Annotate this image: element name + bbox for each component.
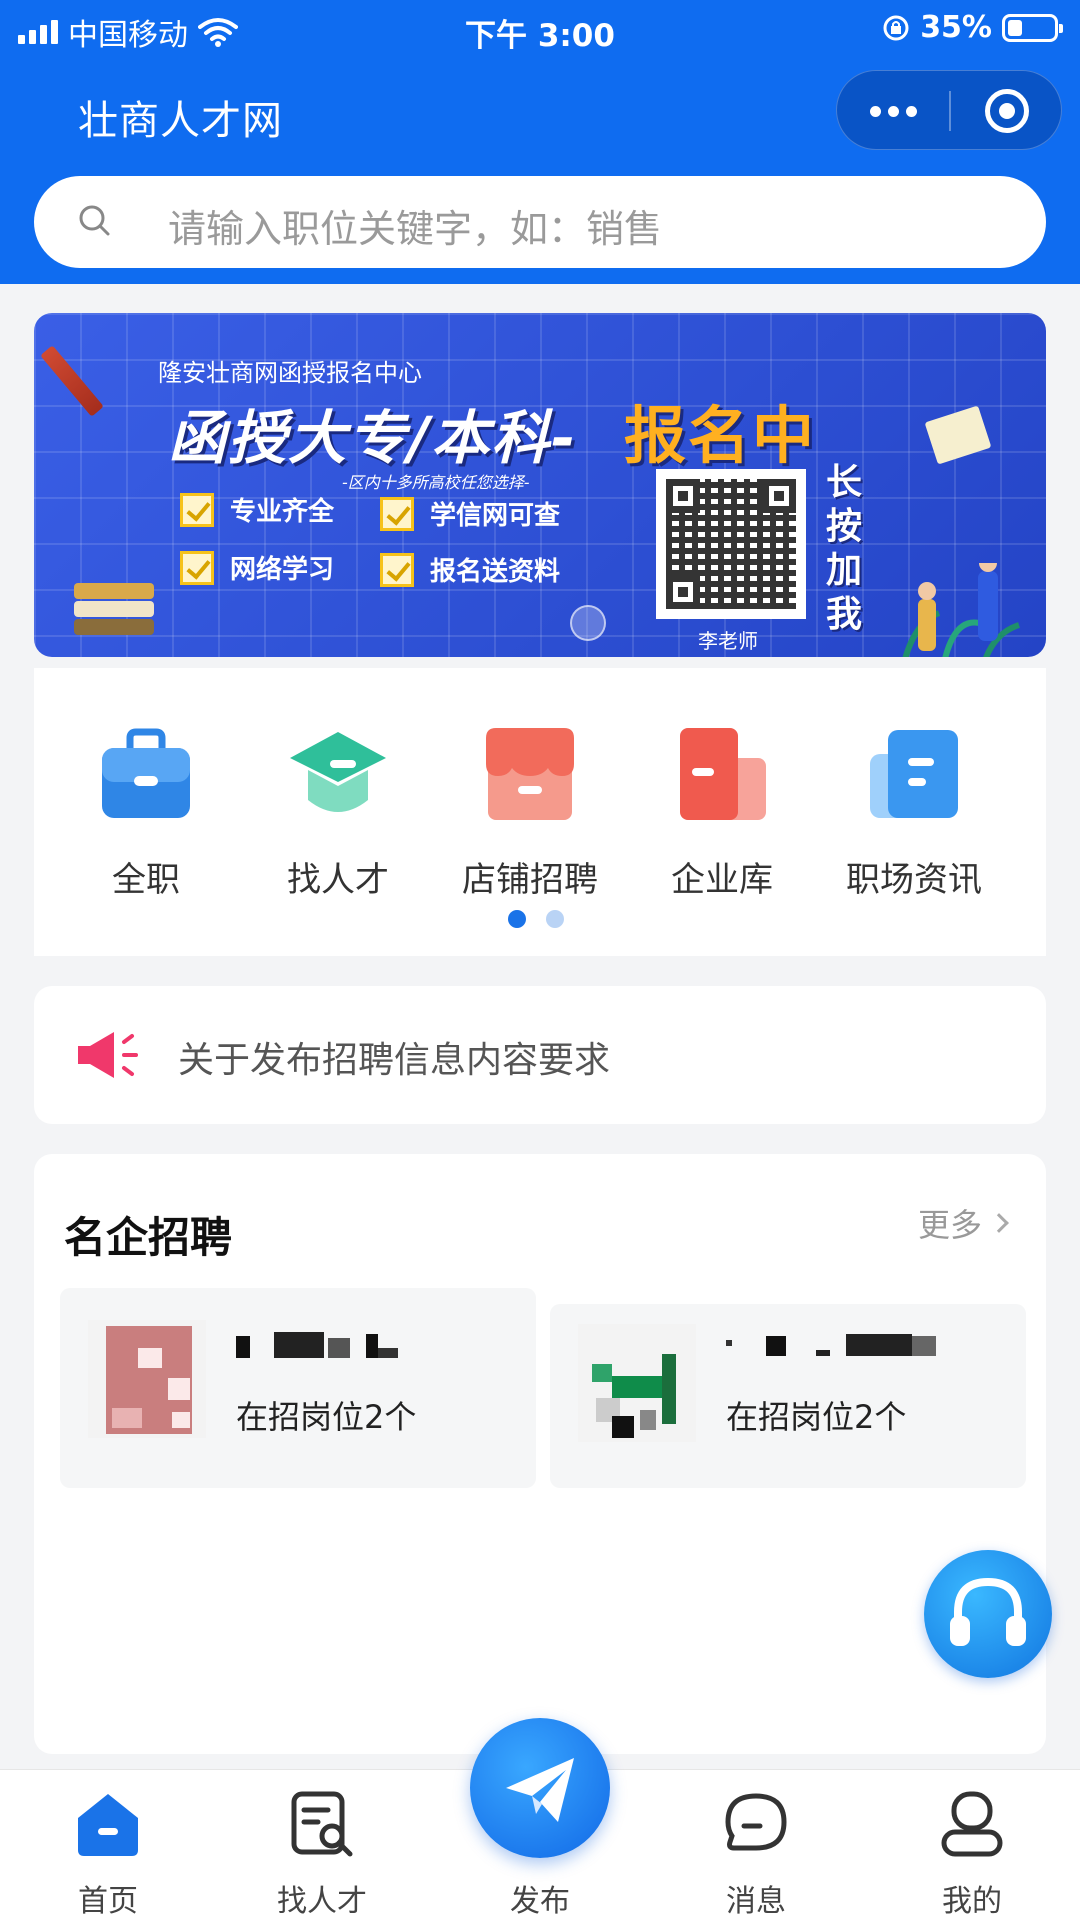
page-dot-active[interactable] xyxy=(508,910,526,928)
checkbox-icon xyxy=(380,552,414,587)
section-title: 名企招聘 xyxy=(64,1213,233,1262)
company-name-redacted xyxy=(236,1332,398,1358)
home-icon xyxy=(78,1794,138,1856)
company-card[interactable]: 在招岗位2个 xyxy=(550,1304,1026,1488)
press-hint: 长按加我 xyxy=(825,462,862,635)
company-name-redacted xyxy=(726,1334,936,1356)
category-company-library[interactable]: 企业库 xyxy=(632,724,812,914)
headset-icon xyxy=(950,1577,1026,1646)
banner-feature: 学信网可查 xyxy=(380,495,560,532)
graduation-cap-icon xyxy=(290,732,386,812)
rotation-lock-icon xyxy=(883,15,909,40)
company-card[interactable]: 在招岗位2个 xyxy=(60,1288,536,1488)
status-right: 35% xyxy=(882,10,1063,45)
banner-title-highlight: 报名中 xyxy=(624,399,817,472)
user-icon xyxy=(941,1791,1003,1857)
category-grid: 全职 找人才 店铺招聘 企业库 职场资讯 xyxy=(34,668,1046,956)
carousel-dots xyxy=(508,910,564,928)
page-dot[interactable] xyxy=(546,910,564,928)
search-bar[interactable]: 请输入职位关键字，如：销售 xyxy=(34,176,1046,268)
building-icon xyxy=(680,728,766,820)
store-icon xyxy=(486,728,574,820)
briefcase-icon xyxy=(102,728,190,818)
banner-title: 函授大专/本科- xyxy=(168,404,578,472)
search-icon xyxy=(79,205,110,236)
banner-note: -区内十多所高校任您选择- xyxy=(342,473,530,492)
qr-code[interactable] xyxy=(656,469,806,619)
mini-program-capsule xyxy=(836,70,1062,150)
close-mini-program-icon[interactable] xyxy=(985,89,1029,133)
message-icon xyxy=(725,1793,787,1851)
paper-plane-icon xyxy=(506,1758,574,1822)
tab-find-talent[interactable]: 找人才 xyxy=(232,1790,412,1919)
company-logo xyxy=(88,1320,206,1438)
capsule-divider xyxy=(949,91,951,131)
notice-text: 关于发布招聘信息内容要求 xyxy=(178,1040,611,1081)
company-job-count: 在招岗位2个 xyxy=(236,1398,417,1436)
battery-percent: 35% xyxy=(920,10,992,45)
notice-bar[interactable]: 关于发布招聘信息内容要求 xyxy=(34,986,1046,1124)
app-header: 中国移动 下午 3:00 35% 壮商人才网 请输入职位关键字，如：销售 xyxy=(0,0,1080,284)
checkbox-icon xyxy=(180,550,214,585)
publish-button[interactable] xyxy=(470,1718,610,1858)
seal-badge xyxy=(570,605,606,641)
paper-illustration xyxy=(924,405,992,465)
category-store-hiring[interactable]: 店铺招聘 xyxy=(440,724,620,914)
students-illustration xyxy=(902,563,1021,657)
status-bar: 中国移动 下午 3:00 35% xyxy=(0,0,1080,56)
books-illustration xyxy=(74,583,154,643)
banner-feature: 报名送资料 xyxy=(380,551,560,588)
tab-profile[interactable]: 我的 xyxy=(882,1790,1062,1919)
news-icon xyxy=(870,730,958,818)
promo-banner[interactable]: 隆安壮商网函授报名中心 函授大专/本科- 报名中 -区内十多所高校任您选择- 专… xyxy=(34,313,1046,657)
battery-icon xyxy=(1002,13,1063,42)
featured-companies: 名企招聘 更多 在招岗位2个 在招岗位2个 xyxy=(34,1154,1046,1754)
chevron-right-icon xyxy=(989,1213,1009,1233)
pencil-illustration xyxy=(40,345,104,417)
more-menu-button[interactable] xyxy=(837,71,949,151)
category-full-time[interactable]: 全职 xyxy=(56,724,236,914)
customer-service-button[interactable] xyxy=(924,1550,1052,1678)
checkbox-icon xyxy=(380,496,414,531)
banner-subtitle: 隆安壮商网函授报名中心 xyxy=(158,359,422,387)
banner-feature: 网络学习 xyxy=(180,549,334,586)
category-career-news[interactable]: 职场资讯 xyxy=(824,724,1004,914)
banner-feature: 专业齐全 xyxy=(180,491,334,528)
tab-home[interactable]: 首页 xyxy=(18,1790,198,1919)
talent-search-icon xyxy=(291,1791,353,1857)
tab-messages[interactable]: 消息 xyxy=(666,1790,846,1919)
qr-caption: 李老师 xyxy=(698,629,758,653)
more-link[interactable]: 更多 xyxy=(918,1200,1009,1246)
megaphone-icon xyxy=(78,1032,138,1078)
company-job-count: 在招岗位2个 xyxy=(726,1398,907,1436)
company-logo xyxy=(578,1324,696,1442)
checkbox-icon xyxy=(180,492,214,527)
search-input[interactable]: 请输入职位关键字，如：销售 xyxy=(168,198,662,253)
category-find-talent[interactable]: 找人才 xyxy=(248,724,428,914)
app-title: 壮商人才网 xyxy=(78,98,283,144)
